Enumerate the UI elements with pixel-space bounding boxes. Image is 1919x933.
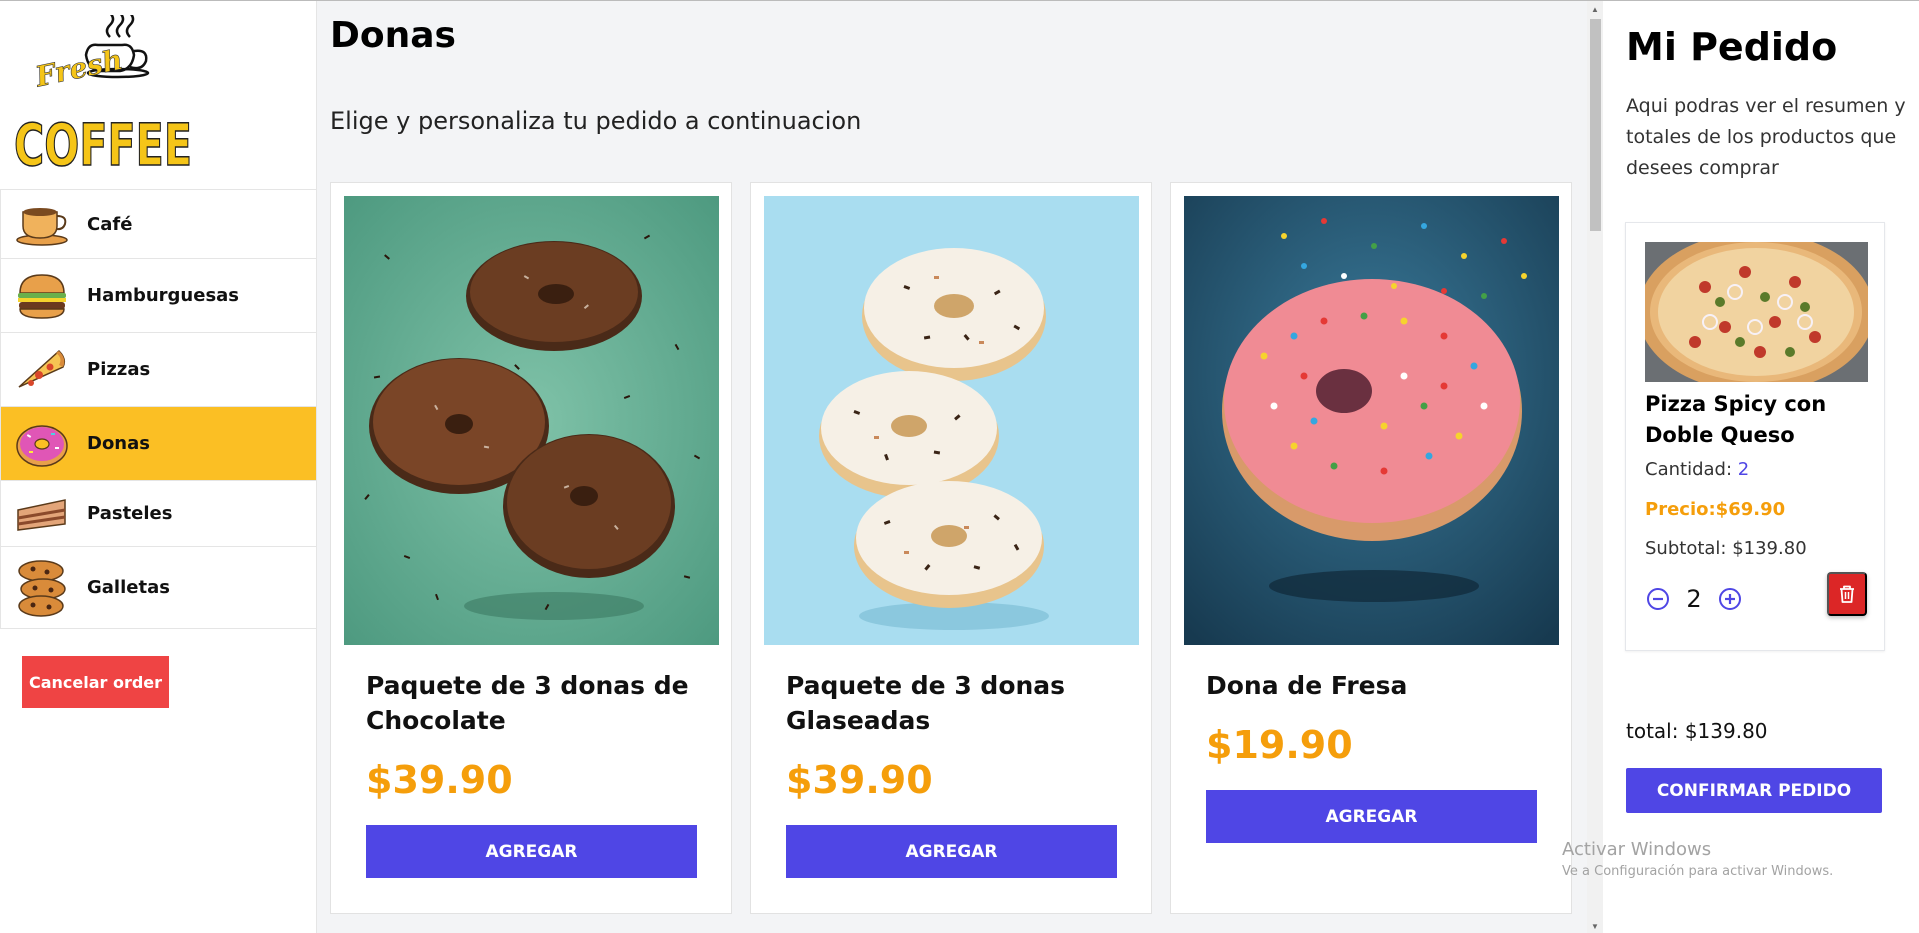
order-item-quantity: Cantidad: 2 — [1645, 459, 1749, 480]
product-image — [764, 196, 1139, 645]
pizza-slice-icon — [13, 341, 71, 399]
scrollbar-thumb[interactable] — [1590, 19, 1601, 231]
product-card: Paquete de 3 donas de Chocolate $39.90 A… — [330, 182, 732, 914]
main-content: Donas Elige y personaliza tu pedido a co… — [317, 1, 1587, 933]
quantity-stepper: 2 — [1645, 585, 1743, 613]
quantity-stepper-value: 2 — [1686, 585, 1702, 613]
product-price: $39.90 — [786, 758, 933, 802]
quantity-label: Cantidad: — [1645, 459, 1738, 480]
cancel-order-button[interactable]: Cancelar order — [22, 656, 169, 708]
order-item-price: Precio:$69.90 — [1645, 499, 1786, 520]
product-card: Paquete de 3 donas Glaseadas $39.90 AGRE… — [750, 182, 1152, 914]
glazed-donuts-image — [764, 196, 1139, 645]
add-to-order-button[interactable]: AGREGAR — [366, 825, 697, 878]
sidebar: Fresh COFFEE Café Hamburguesas Pizzas Do… — [0, 1, 317, 933]
logo: Fresh COFFEE — [0, 1, 317, 189]
product-price: $19.90 — [1206, 723, 1353, 767]
sidebar-item-hamburguesas[interactable]: Hamburguesas — [0, 259, 317, 333]
increase-quantity-icon[interactable] — [1717, 586, 1743, 612]
page-title: Donas — [330, 15, 456, 56]
remove-item-button[interactable] — [1827, 572, 1867, 616]
svg-text:COFFEE: COFFEE — [14, 111, 192, 175]
sidebar-item-pasteles[interactable]: Pasteles — [0, 481, 317, 547]
product-card: Dona de Fresa $19.90 AGREGAR — [1170, 182, 1572, 914]
sidebar-item-label: Donas — [87, 433, 150, 454]
donut-icon — [13, 415, 71, 473]
confirm-order-button[interactable]: CONFIRMAR PEDIDO — [1626, 768, 1882, 813]
order-description: Aqui podras ver el resumen y totales de … — [1626, 95, 1906, 179]
fresh-coffee-logo-icon: Fresh COFFEE — [14, 15, 193, 175]
product-name: Dona de Fresa — [1206, 671, 1408, 700]
main-scrollbar[interactable]: ▲ ▼ — [1587, 1, 1603, 933]
order-item-subtotal: Subtotal: $139.80 — [1645, 538, 1807, 559]
sidebar-item-cafe[interactable]: Café — [0, 189, 317, 259]
add-to-order-button[interactable]: AGREGAR — [1206, 790, 1537, 843]
svg-text:Fresh: Fresh — [32, 43, 126, 94]
category-list: Café Hamburguesas Pizzas Donas Pasteles … — [0, 189, 317, 629]
product-image — [344, 196, 719, 645]
order-panel: Mi Pedido Aqui podras ver el resumen y t… — [1603, 1, 1919, 933]
sidebar-item-label: Pasteles — [87, 503, 173, 524]
burger-icon — [13, 267, 71, 325]
sidebar-item-donas[interactable]: Donas — [0, 407, 317, 481]
scroll-up-arrow-icon[interactable]: ▲ — [1587, 1, 1603, 17]
order-item-name: Pizza Spicy con Doble Queso — [1645, 392, 1827, 447]
coffee-cup-icon — [13, 195, 71, 253]
pizza-image — [1645, 242, 1868, 382]
add-to-order-button[interactable]: AGREGAR — [786, 825, 1117, 878]
trash-icon — [1840, 585, 1854, 603]
sidebar-item-label: Café — [87, 213, 133, 235]
product-name: Paquete de 3 donas Glaseadas — [786, 671, 1066, 735]
strawberry-donut-image — [1184, 196, 1559, 645]
decrease-quantity-icon[interactable] — [1645, 586, 1671, 612]
cookies-icon — [13, 559, 71, 617]
sidebar-item-galletas[interactable]: Galletas — [0, 547, 317, 629]
scroll-down-arrow-icon[interactable]: ▼ — [1587, 918, 1603, 933]
order-item: Pizza Spicy con Doble Queso Cantidad: 2 … — [1625, 222, 1885, 651]
sidebar-item-label: Hamburguesas — [87, 285, 240, 306]
chocolate-donuts-image — [344, 196, 719, 645]
order-item-image — [1645, 242, 1868, 382]
sidebar-item-label: Pizzas — [87, 359, 151, 380]
product-name: Paquete de 3 donas de Chocolate — [366, 671, 689, 735]
order-total: total: $139.80 — [1626, 719, 1768, 743]
quantity-value: 2 — [1737, 459, 1750, 480]
sidebar-item-pizzas[interactable]: Pizzas — [0, 333, 317, 407]
product-price: $39.90 — [366, 758, 513, 802]
page-subtitle: Elige y personaliza tu pedido a continua… — [330, 107, 862, 135]
product-image — [1184, 196, 1559, 645]
cake-slice-icon — [13, 485, 71, 543]
sidebar-item-label: Galletas — [87, 577, 170, 598]
order-title: Mi Pedido — [1626, 25, 1838, 69]
